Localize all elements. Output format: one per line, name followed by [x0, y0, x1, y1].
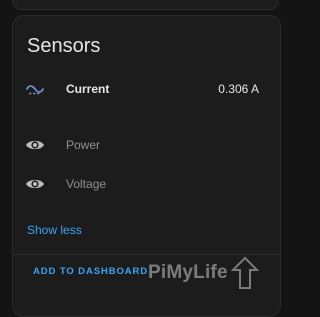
- eye-icon: [25, 135, 45, 155]
- sensor-label: Voltage: [66, 177, 107, 191]
- card-title: Sensors: [27, 35, 101, 57]
- pimylifeup-watermark: PiMyLife: [148, 252, 260, 294]
- sensor-row-current[interactable]: Current 0.306 A: [13, 69, 273, 109]
- sensor-label: Current: [66, 82, 110, 96]
- sensor-value: 0.306 A: [218, 82, 259, 96]
- current-ac-icon: [25, 79, 45, 99]
- previous-card-edge: [12, 0, 279, 10]
- sensor-row-power[interactable]: Power: [13, 125, 273, 165]
- watermark-arrow-icon: [230, 256, 260, 289]
- watermark-text: PiMyLife: [148, 262, 228, 283]
- eye-icon: [25, 174, 45, 194]
- add-to-dashboard-button[interactable]: ADD TO DASHBOARD: [33, 266, 148, 277]
- sensor-label: Power: [66, 138, 101, 152]
- show-less-link[interactable]: Show less: [27, 223, 82, 237]
- sensor-row-voltage[interactable]: Voltage: [13, 164, 273, 204]
